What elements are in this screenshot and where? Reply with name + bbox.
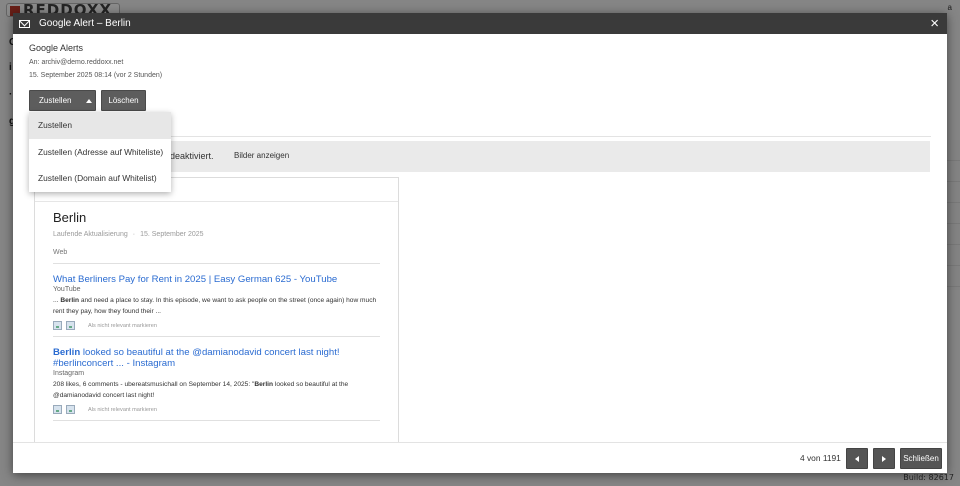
dialog-footer: 4 von 1191 Schließen <box>13 442 947 473</box>
snippet-bold: Berlin <box>60 297 80 304</box>
alert-subline: Laufende Aktualisierung · 15. September 20… <box>53 231 380 238</box>
menu-item-deliver[interactable]: Zustellen <box>29 112 171 139</box>
email-body: Berlin Laufende Aktualisierung · 15. Septe… <box>35 210 398 421</box>
result-source: Instagram <box>53 370 85 377</box>
snippet-bold: Berlin <box>254 381 274 388</box>
category-label: Web <box>53 249 380 264</box>
share-image-icon[interactable] <box>53 405 62 414</box>
dialog-titlebar: Google Alert – Berlin × <box>13 13 947 34</box>
images-blocked-notice: deaktiviert. <box>170 151 214 161</box>
close-icon[interactable]: × <box>930 15 939 32</box>
mail-icon <box>19 19 30 28</box>
result-snippet: ... Berlin and need a place to stay. In … <box>53 296 380 317</box>
result-snippet: 208 likes, 6 comments - ubereatsmusichal… <box>53 380 380 401</box>
close-button[interactable]: Schließen <box>900 448 942 469</box>
result-source: YouTube <box>53 286 81 293</box>
date-line: 15. September 2025 08:14 (vor 2 Stunden) <box>29 72 163 79</box>
deliver-button-label: Zustellen <box>39 96 72 105</box>
result-title-text: What Berliners Pay for Rent in 2025 | Ea… <box>53 274 338 285</box>
action-bar: Zustellen Löschen <box>29 90 146 111</box>
result-title-bold: Berlin <box>53 347 81 358</box>
delete-button[interactable]: Löschen <box>101 90 146 111</box>
list-item: Berlin looked so beautiful at the @damia… <box>53 337 380 421</box>
result-feedback-row: Als nicht relevant markieren <box>53 405 380 414</box>
result-title-link[interactable]: Berlin looked so beautiful at the @damia… <box>53 347 380 369</box>
mark-not-relevant-link[interactable]: Als nicht relevant markieren <box>88 323 157 329</box>
menu-item-deliver-whitelist-domain[interactable]: Zustellen (Domain auf Whitelist) <box>29 165 171 192</box>
result-title-link[interactable]: What Berliners Pay for Rent in 2025 | Ea… <box>53 274 380 285</box>
email-content: Berlin Laufende Aktualisierung · 15. Septe… <box>34 177 399 443</box>
previous-button[interactable] <box>846 448 868 469</box>
alert-title: Berlin <box>53 210 87 225</box>
message-counter: 4 von 1191 <box>800 453 841 463</box>
snippet-post: and need a place to stay. In this episod… <box>53 297 377 315</box>
next-button[interactable] <box>873 448 895 469</box>
list-item: What Berliners Pay for Rent in 2025 | Ea… <box>53 264 380 337</box>
mark-not-relevant-link[interactable]: Als nicht relevant markieren <box>88 407 157 413</box>
share-image-icon[interactable] <box>66 321 75 330</box>
subline-date: 15. September 2025 <box>140 231 204 238</box>
share-image-icon[interactable] <box>66 405 75 414</box>
dialog-title: Google Alert – Berlin <box>39 18 131 29</box>
result-title-text: looked so beautiful at the @damianodavid… <box>53 347 340 369</box>
show-images-link[interactable]: Bilder anzeigen <box>234 151 289 160</box>
recipient-line: An: archiv@demo.reddoxx.net <box>29 59 124 66</box>
message-dialog: Google Alert – Berlin × Google Alerts An… <box>13 13 947 473</box>
message-meta: Google Alerts An: archiv@demo.reddoxx.ne… <box>13 43 947 79</box>
caret-right-icon <box>882 455 886 462</box>
menu-item-deliver-whitelist-address[interactable]: Zustellen (Adresse auf Whiteliste) <box>29 139 171 166</box>
sender-name: Google Alerts <box>29 43 84 53</box>
subline-separator: · <box>132 231 136 238</box>
caret-up-icon <box>86 98 93 103</box>
deliver-dropdown-menu: Zustellen Zustellen (Adresse auf Whiteli… <box>29 112 171 192</box>
result-feedback-row: Als nicht relevant markieren <box>53 321 380 330</box>
snippet-pre: 208 likes, 6 comments - ubereatsmusichal… <box>53 381 255 388</box>
share-image-icon[interactable] <box>53 321 62 330</box>
deliver-button[interactable]: Zustellen <box>29 90 96 111</box>
caret-left-icon <box>855 455 859 462</box>
subline-frequency: Laufende Aktualisierung <box>53 231 128 238</box>
